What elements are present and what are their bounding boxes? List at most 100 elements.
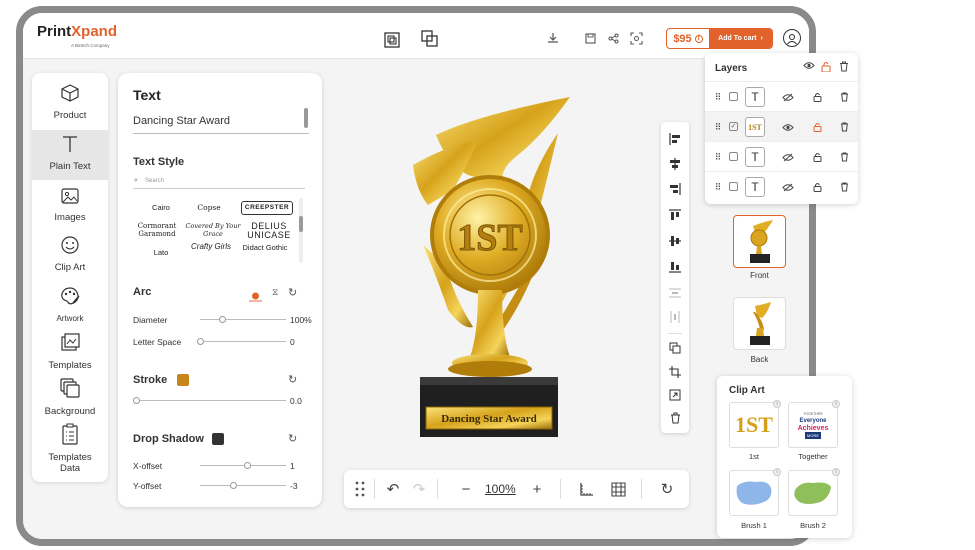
add-to-cart-button[interactable]: Add To cart › <box>709 29 772 48</box>
clip-art-item-brush-1[interactable]: i <box>729 468 781 516</box>
drag-handle-icon[interactable]: ⠿ <box>713 142 723 172</box>
grid-icon[interactable] <box>609 479 627 499</box>
drop-shadow-refresh-icon[interactable]: ↻ <box>288 432 297 445</box>
eye-icon[interactable] <box>781 112 795 142</box>
sidebar-item-clip-art[interactable]: Clip Art <box>32 231 108 277</box>
save-icon[interactable] <box>580 28 600 48</box>
info-badge-icon[interactable]: i <box>832 400 840 408</box>
eye-slash-icon[interactable] <box>781 172 795 202</box>
sidebar-item-artwork[interactable]: Artwork <box>32 281 108 327</box>
resize-icon[interactable] <box>661 386 689 404</box>
slider-knob[interactable] <box>244 462 251 469</box>
lock-icon[interactable] <box>821 61 831 75</box>
font-list-scrollbar[interactable] <box>299 198 303 263</box>
stroke-slider[interactable] <box>133 397 286 404</box>
layer-row-selected[interactable]: ⠿ ✓ 1ST <box>705 111 858 141</box>
slider-knob[interactable] <box>197 338 204 345</box>
x-offset-slider[interactable] <box>200 462 286 469</box>
font-search-input[interactable]: ⌕ Search <box>133 175 305 189</box>
arc-reset-shape-icon[interactable]: ⧖ <box>272 287 278 298</box>
eye-slash-icon[interactable] <box>781 142 795 172</box>
clip-art-item-together[interactable]: TOGETHER Everyone Achieves MORE i <box>788 400 840 448</box>
ruler-icon[interactable] <box>577 479 595 499</box>
diameter-slider[interactable] <box>200 316 286 323</box>
view-back[interactable] <box>733 297 786 350</box>
copy-icon[interactable] <box>661 339 689 357</box>
sidebar-item-product[interactable]: Product <box>32 79 108 125</box>
drag-handle-icon[interactable]: ⠿ <box>713 172 723 202</box>
font-option[interactable]: Didact Gothic <box>237 244 293 252</box>
arc-color-icon[interactable] <box>249 289 262 302</box>
align-center-h-icon[interactable] <box>661 155 689 173</box>
slider-knob[interactable] <box>230 482 237 489</box>
trash-icon[interactable] <box>837 82 851 112</box>
clip-art-item-1st[interactable]: 1ST i <box>729 400 781 448</box>
font-option[interactable]: Cormorant Garamond <box>129 222 185 238</box>
layer-checkbox[interactable] <box>729 92 738 101</box>
layer-row[interactable]: ⠿ T <box>705 171 858 201</box>
align-left-icon[interactable] <box>661 130 689 148</box>
slider-knob[interactable] <box>133 397 140 404</box>
layer-row[interactable]: ⠿ T <box>705 141 858 171</box>
undo-icon[interactable]: ↶ <box>384 479 402 499</box>
brand-logo[interactable]: PrintXpand <box>37 23 117 40</box>
trash-icon[interactable] <box>837 172 851 202</box>
font-option[interactable]: DELIUS UNICASE <box>241 222 297 240</box>
drag-handle-icon[interactable]: ⠿ <box>713 112 723 142</box>
stroke-refresh-icon[interactable]: ↻ <box>288 373 297 386</box>
info-badge-icon[interactable]: i <box>773 400 781 408</box>
download-icon[interactable] <box>543 28 563 48</box>
user-avatar-icon[interactable] <box>783 29 801 47</box>
sidebar-item-background[interactable]: Background <box>32 373 108 419</box>
zoom-in-icon[interactable]: + <box>528 479 546 499</box>
trash-icon[interactable] <box>839 61 849 75</box>
lock-icon[interactable] <box>810 112 824 142</box>
trophy-image[interactable]: 1ST Dancing Star Award <box>408 95 578 440</box>
lock-icon[interactable] <box>810 172 824 202</box>
frame-select-icon[interactable] <box>382 30 402 50</box>
letter-space-slider[interactable] <box>197 338 286 345</box>
align-middle-v-icon[interactable] <box>661 232 689 250</box>
duplicate-icon[interactable] <box>420 29 440 49</box>
font-option-selected[interactable]: CREEPSTER <box>241 201 293 215</box>
view-front[interactable] <box>733 215 786 268</box>
sidebar-item-templates-data[interactable]: Templates Data <box>32 419 108 477</box>
zoom-level[interactable]: 100% <box>485 482 516 496</box>
trash-icon[interactable] <box>837 112 851 142</box>
info-badge-icon[interactable]: i <box>832 468 840 476</box>
layer-checkbox[interactable] <box>729 182 738 191</box>
info-badge-icon[interactable]: i <box>773 468 781 476</box>
refresh-icon[interactable]: ↻ <box>658 479 676 499</box>
redo-icon[interactable]: ↷ <box>410 479 428 499</box>
text-input-scrollbar[interactable] <box>304 108 308 128</box>
font-option[interactable]: Covered By Your Grace <box>185 222 241 238</box>
crop-icon[interactable] <box>661 363 689 381</box>
design-stage[interactable]: 1ST Dancing Star Award <box>408 95 578 440</box>
trash-icon[interactable] <box>661 409 689 427</box>
align-top-icon[interactable] <box>661 206 689 224</box>
align-right-icon[interactable] <box>661 180 689 198</box>
distribute-h-icon[interactable] <box>661 284 689 302</box>
share-icon[interactable] <box>603 28 623 48</box>
sidebar-item-templates[interactable]: Templates <box>32 327 108 373</box>
layer-row[interactable]: ⠿ T <box>705 81 858 111</box>
stroke-color-swatch[interactable] <box>177 374 189 386</box>
zoom-out-icon[interactable]: − <box>457 479 475 499</box>
font-option[interactable]: Crafty Girls <box>183 243 239 251</box>
eye-slash-icon[interactable] <box>781 82 795 112</box>
font-option[interactable]: Copse <box>181 204 237 212</box>
clip-art-item-brush-2[interactable]: i <box>788 468 840 516</box>
text-content-input[interactable]: Dancing Star Award <box>133 115 230 127</box>
sidebar-item-plain-text[interactable]: Plain Text <box>32 130 108 180</box>
y-offset-slider[interactable] <box>200 482 286 489</box>
font-option[interactable]: Lato <box>133 249 189 257</box>
lock-icon[interactable] <box>810 142 824 172</box>
lock-icon[interactable] <box>810 82 824 112</box>
trash-icon[interactable] <box>837 142 851 172</box>
arc-refresh-icon[interactable]: ↻ <box>288 286 297 299</box>
drop-shadow-color-swatch[interactable] <box>212 433 224 445</box>
distribute-v-icon[interactable] <box>661 308 689 326</box>
info-icon[interactable]: i <box>694 34 703 43</box>
drag-handle-icon[interactable] <box>352 479 368 499</box>
preview-icon[interactable] <box>626 28 646 48</box>
